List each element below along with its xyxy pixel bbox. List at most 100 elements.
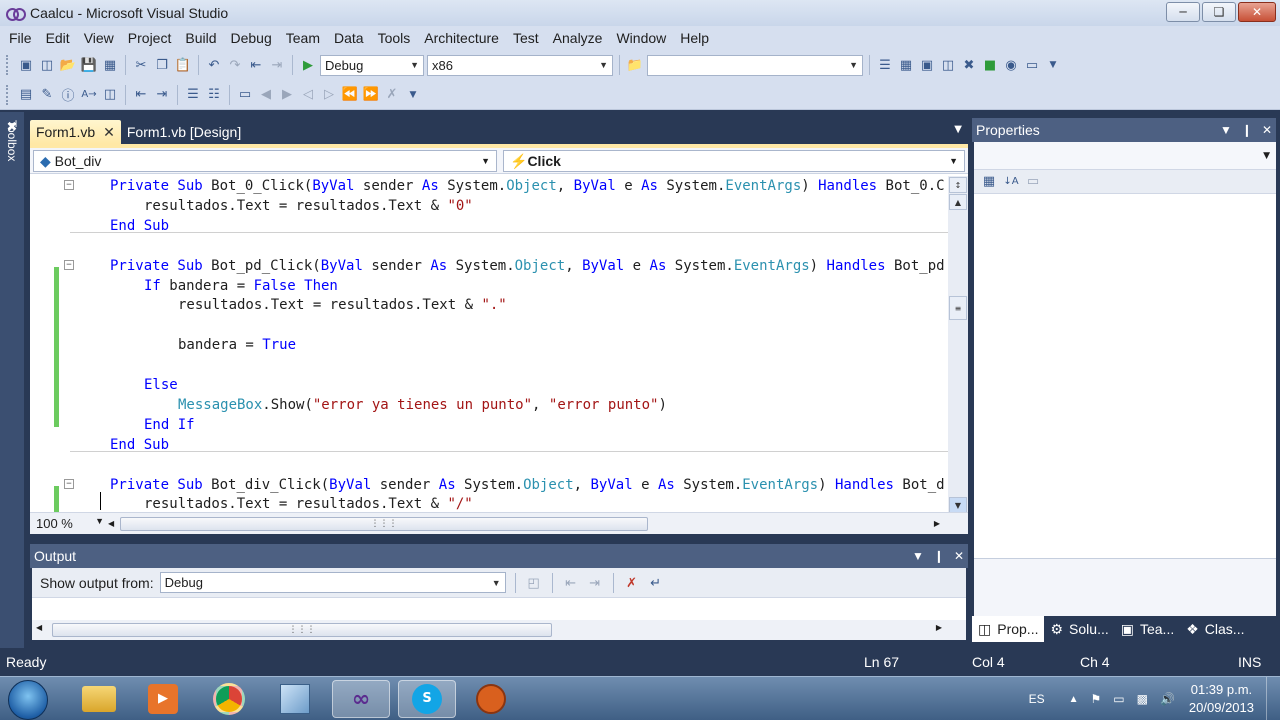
- toolbar-grip[interactable]: [6, 84, 10, 105]
- complete-word-icon[interactable]: A→: [80, 86, 98, 104]
- scroll-right-icon[interactable]: ▶: [936, 623, 942, 632]
- navigate-backward-icon[interactable]: ⇤: [247, 56, 265, 74]
- scroll-up-button[interactable]: ▲: [949, 194, 967, 210]
- navigate-forward-icon[interactable]: ⇥: [268, 56, 286, 74]
- system-clock[interactable]: 01:39 p.m. 20/09/2013: [1181, 681, 1266, 717]
- close-button[interactable]: ✕: [1238, 2, 1276, 22]
- open-file-icon[interactable]: 📂: [59, 56, 77, 74]
- save-icon[interactable]: 💾: [80, 56, 98, 74]
- solution-platform-combo[interactable]: x86 ▼: [427, 54, 613, 76]
- menu-project[interactable]: Project: [121, 30, 179, 46]
- menu-window[interactable]: Window: [609, 30, 673, 46]
- copy-icon[interactable]: ❐: [153, 56, 171, 74]
- vertical-scrollbar[interactable]: ↕ ▲ ≡ ▼: [948, 176, 968, 514]
- active-files-dropdown-icon[interactable]: ▼: [954, 124, 962, 135]
- uncomment-lines-icon[interactable]: ☷: [205, 86, 223, 104]
- undo-icon[interactable]: ↶: [205, 56, 223, 74]
- increase-indent-icon[interactable]: ⇥: [153, 86, 171, 104]
- previous-bookmark-folder-icon[interactable]: ◁: [299, 86, 317, 104]
- tab-form1-vb-design[interactable]: Form1.vb [Design]: [121, 120, 247, 144]
- code-line[interactable]: MessageBox.Show("error ya tienes un punt…: [30, 395, 948, 415]
- battery-icon[interactable]: ▭: [1107, 692, 1130, 706]
- add-item-icon[interactable]: ◫: [38, 56, 56, 74]
- taskbar-chrome[interactable]: [200, 680, 258, 718]
- previous-bookmark-document-icon[interactable]: ⏪: [341, 86, 359, 104]
- solution-explorer-icon[interactable]: ☰: [876, 56, 894, 74]
- code-line[interactable]: − Private Sub Bot_div_Click(ByVal sender …: [30, 475, 948, 495]
- horizontal-scroll-thumb[interactable]: ⋮⋮⋮: [120, 517, 648, 531]
- output-text-area[interactable]: [32, 598, 966, 620]
- auto-hide-pin-icon[interactable]: ❙: [1242, 123, 1252, 137]
- menu-test[interactable]: Test: [506, 30, 546, 46]
- tab-form1-vb[interactable]: Form1.vb ✕: [30, 120, 121, 144]
- output-source-combo[interactable]: Debug ▼: [159, 572, 506, 593]
- toolbar-options-icon[interactable]: ▼: [1044, 56, 1062, 74]
- start-button[interactable]: [8, 680, 48, 720]
- show-hidden-icons-icon[interactable]: ▲: [1063, 694, 1085, 705]
- scroll-thumb[interactable]: ≡: [949, 296, 967, 320]
- object-browser-icon[interactable]: ▣: [918, 56, 936, 74]
- toolbox-tab[interactable]: Toolbox: [2, 120, 22, 200]
- paste-icon[interactable]: 📋: [174, 56, 192, 74]
- menu-analyze[interactable]: Analyze: [546, 30, 610, 46]
- output-scroll-thumb[interactable]: ⋮⋮⋮: [52, 623, 552, 637]
- collapse-region-icon[interactable]: −: [64, 478, 74, 489]
- menu-tools[interactable]: Tools: [371, 30, 418, 46]
- categorized-icon[interactable]: ▦: [980, 173, 998, 191]
- menu-team[interactable]: Team: [279, 30, 327, 46]
- next-bookmark-folder-icon[interactable]: ▷: [320, 86, 338, 104]
- method-name-combo[interactable]: ⚡Click ▼: [503, 150, 965, 172]
- restore-button[interactable]: ❏: [1202, 2, 1236, 22]
- taskbar-media-player[interactable]: ▶: [134, 680, 192, 718]
- toggle-bookmark-list-icon[interactable]: ◫: [101, 86, 119, 104]
- cut-icon[interactable]: ✂: [132, 56, 150, 74]
- solution-configuration-combo[interactable]: Debug ▼: [320, 54, 424, 76]
- start-debugging-icon[interactable]: ▶: [299, 56, 317, 74]
- code-line[interactable]: resultados.Text = resultados.Text & ".": [30, 295, 948, 315]
- code-line[interactable]: If bandera = False Then: [30, 276, 948, 296]
- show-desktop-button[interactable]: [1266, 677, 1280, 720]
- display-object-member-list-icon[interactable]: ▤: [17, 86, 35, 104]
- previous-bookmark-icon[interactable]: ◀: [257, 86, 275, 104]
- action-center-flag-icon[interactable]: ⚑: [1085, 692, 1108, 706]
- code-line[interactable]: − Private Sub Bot_pd_Click(ByVal sender A…: [30, 256, 948, 276]
- window-position-icon[interactable]: ▼: [1220, 123, 1232, 137]
- volume-icon[interactable]: 🔊: [1154, 692, 1181, 706]
- code-line[interactable]: − Private Sub Bot_0_Click(ByVal sender As…: [30, 176, 948, 196]
- clear-bookmarks-icon[interactable]: ✗: [383, 86, 401, 104]
- code-line[interactable]: Else: [30, 375, 948, 395]
- zoom-combo[interactable]: 100 % ▼: [30, 516, 110, 531]
- tab-team-explorer[interactable]: ▣ Tea...: [1115, 616, 1180, 642]
- extension-manager-icon[interactable]: ✖: [960, 56, 978, 74]
- scroll-left-icon[interactable]: ◀: [36, 623, 42, 632]
- close-icon[interactable]: ✕: [103, 124, 115, 141]
- find-message-in-code-icon[interactable]: ◰: [525, 574, 543, 592]
- display-quick-info-icon[interactable]: ⓘ: [59, 86, 77, 104]
- code-line[interactable]: bandera = True: [30, 335, 948, 355]
- scroll-left-icon[interactable]: ◀: [108, 519, 114, 528]
- display-parameter-info-icon[interactable]: ✎: [38, 86, 56, 104]
- go-to-previous-message-icon[interactable]: ⇤: [562, 574, 580, 592]
- toggle-bookmark-icon[interactable]: ▭: [236, 86, 254, 104]
- collapse-region-icon[interactable]: −: [64, 180, 74, 190]
- toolbar-grip[interactable]: [6, 55, 10, 75]
- close-icon[interactable]: ✕: [1262, 123, 1272, 137]
- taskbar-explorer[interactable]: [70, 680, 128, 718]
- code-line[interactable]: End Sub: [30, 435, 948, 455]
- taskbar-skype[interactable]: S: [398, 680, 456, 718]
- taskbar-visual-studio[interactable]: ∞: [332, 680, 390, 718]
- object-selector-combo[interactable]: ▼: [974, 142, 1276, 170]
- taskbar-virtualbox[interactable]: [266, 680, 324, 718]
- toolbar-options-icon[interactable]: ▼: [404, 86, 422, 104]
- taskbar-app[interactable]: [462, 680, 520, 718]
- scroll-down-button[interactable]: ▼: [949, 497, 967, 513]
- next-bookmark-document-icon[interactable]: ⏩: [362, 86, 380, 104]
- menu-data[interactable]: Data: [327, 30, 371, 46]
- auto-hide-pin-icon[interactable]: ❙: [934, 549, 944, 563]
- tab-properties[interactable]: ◫ Prop...: [972, 616, 1045, 642]
- network-signal-icon[interactable]: ▩: [1131, 692, 1154, 706]
- menu-view[interactable]: View: [77, 30, 121, 46]
- find-combo[interactable]: ▼: [647, 54, 863, 76]
- next-bookmark-icon[interactable]: ▶: [278, 86, 296, 104]
- code-line[interactable]: End If: [30, 415, 948, 435]
